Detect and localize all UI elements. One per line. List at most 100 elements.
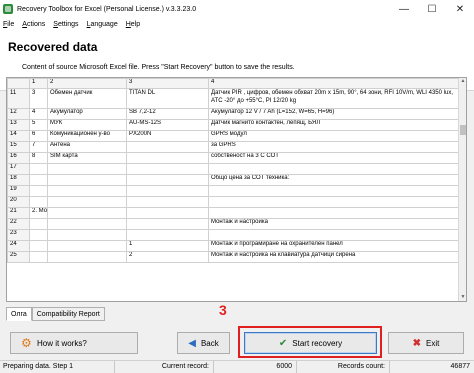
table-cell[interactable]: 1 [126, 240, 209, 252]
table-cell[interactable]: МУК [47, 119, 127, 131]
table-cell[interactable] [29, 251, 48, 263]
close-button[interactable]: ✕ [446, 0, 474, 18]
table-cell[interactable]: SIM карта [47, 152, 127, 164]
table-cell[interactable]: SB 7,2-12 [126, 108, 209, 120]
column-header[interactable]: 1 [29, 78, 48, 89]
table-cell[interactable]: AU-MS-12S [126, 119, 209, 131]
table-cell[interactable] [47, 163, 127, 175]
row-number-cell[interactable]: 25 [7, 251, 30, 263]
table-cell[interactable]: PX200N [126, 130, 209, 142]
table-cell[interactable] [126, 152, 209, 164]
maximize-button[interactable]: ☐ [418, 0, 446, 18]
table-cell[interactable]: 4 [29, 108, 48, 120]
table-cell[interactable]: за GPRS [208, 141, 461, 153]
row-number-cell[interactable]: 11 [7, 88, 30, 109]
scroll-up-arrow-icon[interactable]: ▲ [459, 78, 466, 86]
table-row[interactable]: 24 1 Монтаж и програмиране на охранителен … [7, 240, 461, 252]
table-cell[interactable] [126, 163, 209, 175]
table-cell[interactable] [208, 196, 461, 208]
row-number-cell[interactable]: 15 [7, 141, 30, 153]
row-number-cell[interactable]: 22 [7, 218, 30, 230]
table-cell[interactable] [126, 218, 209, 230]
table-cell[interactable] [126, 174, 209, 186]
table-cell[interactable] [126, 196, 209, 208]
table-cell[interactable] [29, 218, 48, 230]
table-row[interactable]: 19 [7, 185, 461, 197]
scroll-down-arrow-icon[interactable]: ▼ [459, 294, 466, 301]
table-cell[interactable] [29, 240, 48, 252]
table-cell[interactable]: 8 [29, 152, 48, 164]
vertical-scrollbar[interactable]: ▲ ▼ [458, 78, 466, 301]
recovered-data-grid[interactable]: 1 2 3 4 11 3 Обемен датчик TITAN DL Датчик P… [6, 77, 467, 302]
table-cell[interactable] [126, 185, 209, 197]
row-number-cell[interactable]: 13 [7, 119, 30, 131]
table-row[interactable]: 13 5 МУК AU-MS-12S Датчик магнито контактен,… [7, 119, 461, 131]
table-cell[interactable]: Датчик PIR , цифров, обемен обхват 20m x… [208, 88, 461, 109]
row-number-cell[interactable]: 17 [7, 163, 30, 175]
table-cell[interactable] [29, 163, 48, 175]
table-cell[interactable] [47, 174, 127, 186]
minimize-button[interactable]: — [390, 0, 418, 18]
table-row[interactable]: 12 4 Акумулатор SB 7,2-12 Акумулатор 12 V / … [7, 108, 461, 120]
menu-language[interactable]: Language [87, 21, 118, 28]
table-cell[interactable]: Монтаж и настройка на клавиатура датчици… [208, 251, 461, 263]
how-it-works-button[interactable]: ⚙ How it works? [10, 332, 138, 354]
back-button[interactable]: ◀ Back [177, 332, 230, 354]
table-row[interactable]: 23 [7, 229, 461, 241]
table-cell[interactable] [208, 185, 461, 197]
table-cell[interactable] [47, 229, 127, 241]
table-row[interactable]: 21 2. Мо [7, 207, 461, 219]
table-row[interactable]: 22 Монтаж и настройка [7, 218, 461, 230]
table-cell[interactable]: 2 [126, 251, 209, 263]
table-cell[interactable] [47, 207, 127, 219]
row-number-cell[interactable]: 19 [7, 185, 30, 197]
table-cell[interactable] [208, 229, 461, 241]
table-row[interactable]: 14 6 Комуникационен у-во PX200N GPRS модул [7, 130, 461, 142]
table-cell[interactable]: TITAN DL [126, 88, 209, 109]
row-number-cell[interactable]: 16 [7, 152, 30, 164]
row-number-cell[interactable]: 21 [7, 207, 30, 219]
table-cell[interactable] [47, 251, 127, 263]
table-cell[interactable]: Общо цена за СОТ техника: [208, 174, 461, 186]
table-cell[interactable] [126, 141, 209, 153]
table-cell[interactable]: Акумулатор [47, 108, 127, 120]
corner-cell[interactable] [7, 78, 30, 89]
table-row[interactable]: 17 [7, 163, 461, 175]
table-cell[interactable] [47, 185, 127, 197]
menu-settings[interactable]: Settings [53, 21, 78, 28]
row-number-cell[interactable]: 12 [7, 108, 30, 120]
column-header[interactable]: 3 [126, 78, 209, 89]
table-cell[interactable] [29, 174, 48, 186]
table-cell[interactable]: Датчик магнито контактен, лепящ, БЯЛ [208, 119, 461, 131]
menu-help[interactable]: Help [126, 21, 140, 28]
exit-button[interactable]: ✖ Exit [388, 332, 464, 354]
table-cell[interactable] [29, 229, 48, 241]
table-row[interactable]: 15 7 Антена за GPRS [7, 141, 461, 153]
table-cell[interactable] [126, 229, 209, 241]
menu-actions[interactable]: Actions [22, 21, 45, 28]
table-cell[interactable]: Антена [47, 141, 127, 153]
table-cell[interactable]: 5 [29, 119, 48, 131]
column-header[interactable]: 4 [208, 78, 461, 89]
table-cell[interactable]: Монтаж и настройка [208, 218, 461, 230]
table-row[interactable]: 11 3 Обемен датчик TITAN DL Датчик PIR , циф… [7, 88, 461, 109]
sheet-tab-compatibility-report[interactable]: Compatibility Report [31, 307, 105, 321]
table-cell[interactable]: Акумулатор 12 V / 7 Ah (L=152, W=65, H=9… [208, 108, 461, 120]
scrollbar-thumb[interactable] [460, 125, 466, 135]
start-recovery-button[interactable]: ✔ Start recovery [244, 332, 377, 354]
row-number-cell[interactable]: 18 [7, 174, 30, 186]
row-number-cell[interactable]: 23 [7, 229, 30, 241]
table-row[interactable]: 18 Общо цена за СОТ техника: [7, 174, 461, 186]
table-cell[interactable] [47, 196, 127, 208]
table-cell[interactable]: Монтаж и програмиране на охранителен пан… [208, 240, 461, 252]
row-number-cell[interactable]: 24 [7, 240, 30, 252]
table-cell[interactable]: 6 [29, 130, 48, 142]
table-cell[interactable]: 3 [29, 88, 48, 109]
menu-file[interactable]: File [3, 21, 14, 28]
table-cell[interactable] [126, 207, 209, 219]
table-cell[interactable] [47, 218, 127, 230]
table-cell[interactable] [208, 207, 461, 219]
table-cell[interactable] [29, 196, 48, 208]
table-cell[interactable]: собственост на 3 С СОТ [208, 152, 461, 164]
table-cell[interactable]: Обемен датчик [47, 88, 127, 109]
